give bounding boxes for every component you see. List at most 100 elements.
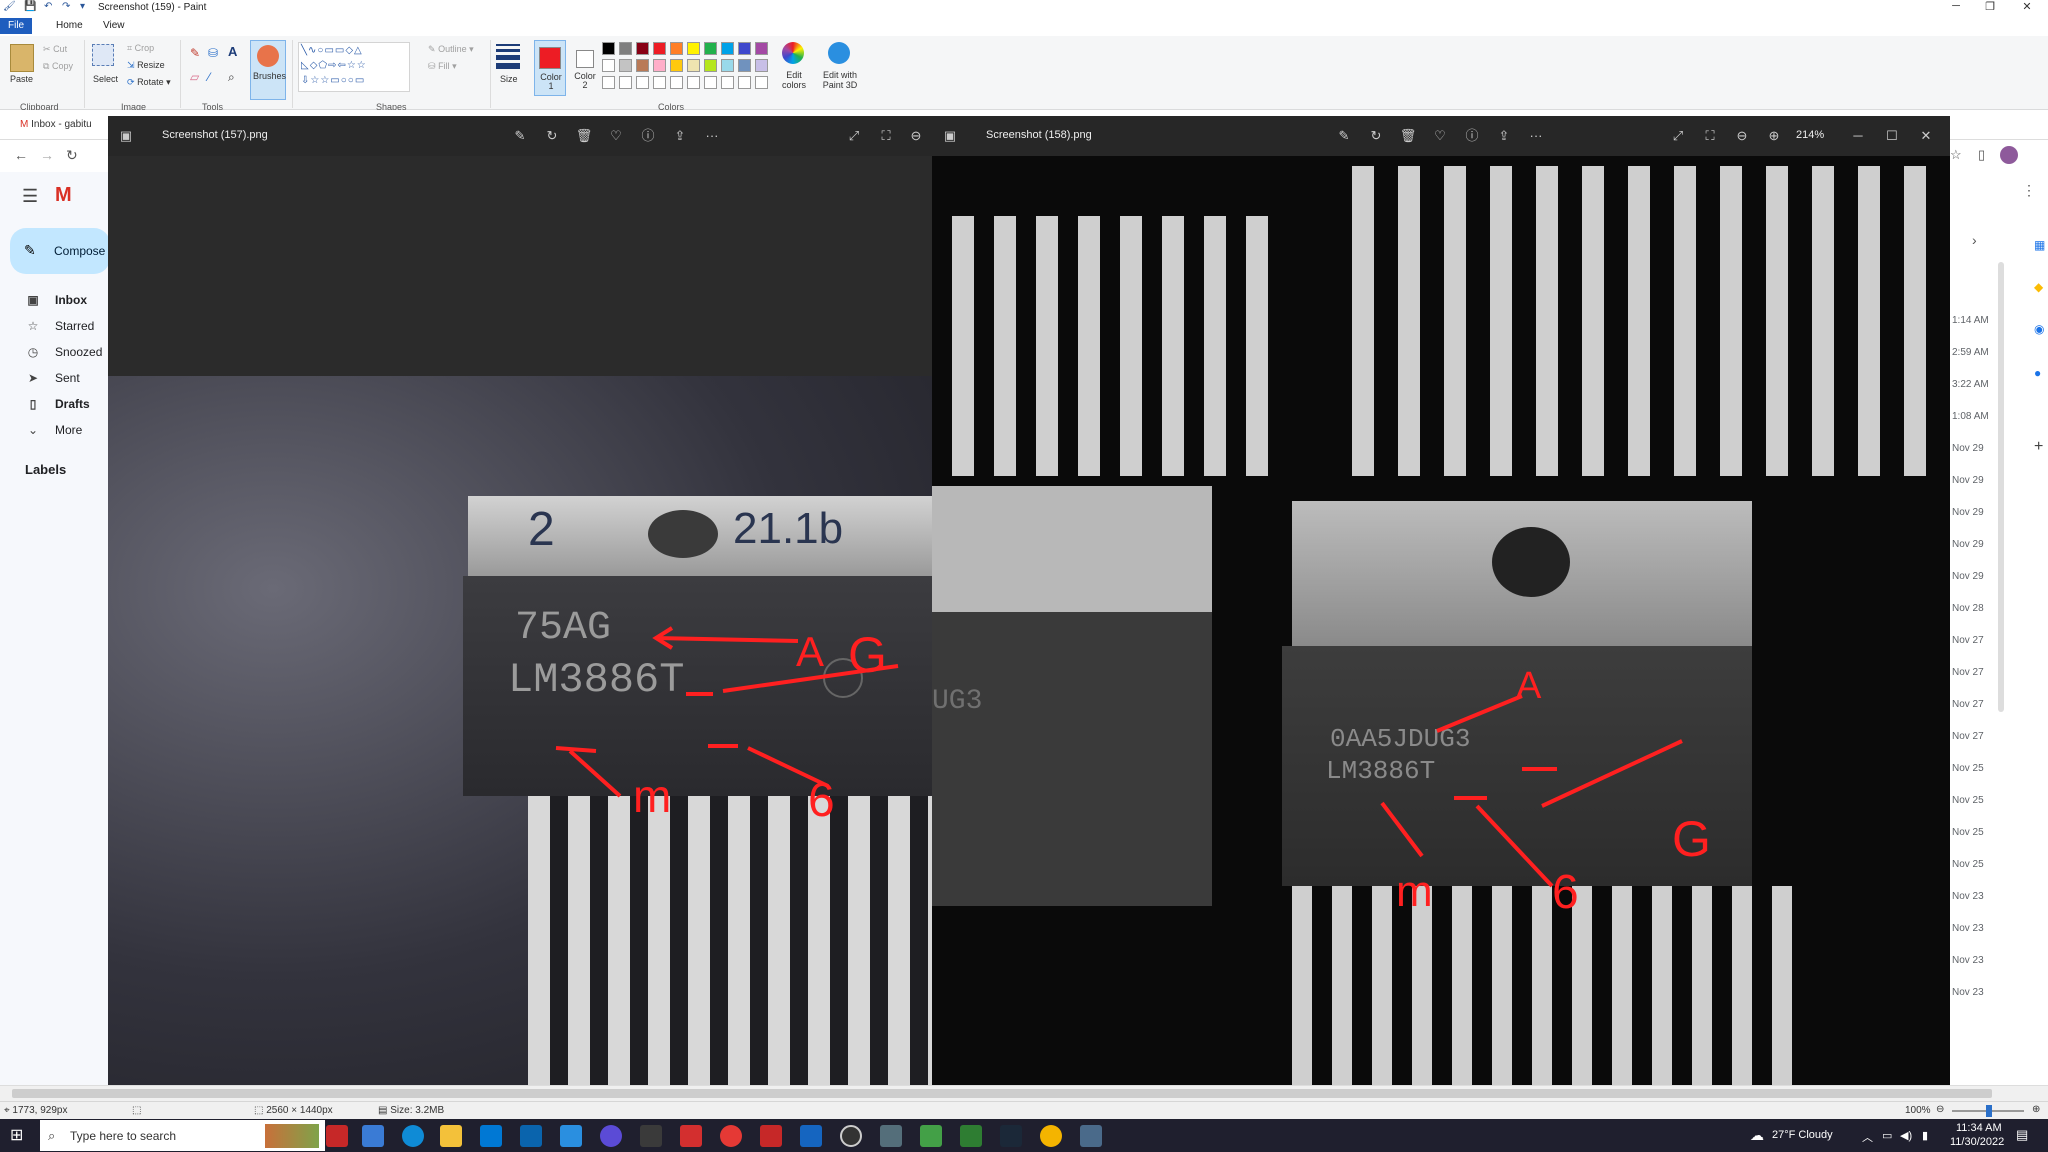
palette-empty-swatch[interactable] bbox=[721, 76, 734, 89]
sidebar-item-snoozed[interactable]: ◷ Snoozed bbox=[25, 340, 105, 364]
undo-icon[interactable]: ↶ bbox=[44, 1, 52, 12]
palette-swatch[interactable] bbox=[670, 59, 683, 72]
palette-swatch[interactable] bbox=[755, 42, 768, 55]
sidebar-icon[interactable]: ▯ bbox=[1978, 147, 1985, 163]
sidebar-item-inbox[interactable]: ▣ Inbox bbox=[25, 288, 105, 312]
palette-swatch[interactable] bbox=[738, 42, 751, 55]
shapes-gallery[interactable]: ╲∿○▭▭◇△ ◺◇⬠⇨⇦☆☆ ⇩☆☆▭○○▭ bbox=[298, 42, 410, 92]
forward-icon[interactable]: → bbox=[40, 147, 54, 163]
rotate-image-icon[interactable]: ↻ bbox=[1366, 126, 1386, 146]
more-options-icon[interactable]: ··· bbox=[702, 126, 722, 146]
fill-button[interactable]: ⛁ Fill ▾ bbox=[428, 61, 457, 72]
app-icon-red[interactable] bbox=[680, 1125, 702, 1147]
palette-empty-swatch[interactable] bbox=[653, 76, 666, 89]
palette-swatch[interactable] bbox=[704, 59, 717, 72]
color2-button[interactable]: Color 2 bbox=[570, 40, 600, 96]
mail-icon[interactable] bbox=[520, 1125, 542, 1147]
cut-button[interactable]: ✂ Cut bbox=[43, 44, 67, 55]
color-picker-icon[interactable]: ⁄ bbox=[208, 70, 210, 84]
keep-icon[interactable]: ◆ bbox=[2034, 280, 2043, 294]
contacts-icon[interactable]: ● bbox=[2034, 366, 2041, 380]
palette-empty-swatch[interactable] bbox=[738, 76, 751, 89]
hamburger-menu-icon[interactable]: ☰ bbox=[22, 186, 38, 207]
palette-swatch[interactable] bbox=[619, 42, 632, 55]
profile-avatar[interactable] bbox=[2000, 146, 2018, 164]
delete-icon[interactable]: 🗑 bbox=[574, 126, 594, 146]
windows-start-icon[interactable]: ⊞ bbox=[10, 1125, 23, 1145]
palette-swatch[interactable] bbox=[602, 59, 615, 72]
fit-window-icon[interactable]: ⛶ bbox=[876, 126, 896, 146]
edit-colors-button[interactable]: Edit colors bbox=[780, 70, 808, 90]
more-options-icon[interactable]: ··· bbox=[1526, 126, 1546, 146]
app-icon-green2[interactable] bbox=[960, 1125, 982, 1147]
clock-date[interactable]: 11/30/2022 bbox=[1950, 1136, 2004, 1148]
copy-button[interactable]: ⧉ Copy bbox=[43, 61, 73, 72]
back-icon[interactable]: ← bbox=[14, 147, 28, 163]
palette-swatch[interactable] bbox=[653, 42, 666, 55]
tray-chevron-icon[interactable]: ︿ bbox=[1862, 1129, 1873, 1145]
paint-taskbar-icon[interactable] bbox=[1080, 1125, 1102, 1147]
chevron-right-icon[interactable]: › bbox=[1972, 232, 1977, 248]
palette-swatch[interactable] bbox=[687, 59, 700, 72]
fullscreen-icon[interactable]: ⤢ bbox=[844, 126, 864, 146]
delete-icon[interactable]: 🗑 bbox=[1398, 126, 1418, 146]
taskbar-search-box[interactable]: ⌕ Type here to search bbox=[40, 1120, 325, 1151]
palette-empty-swatch[interactable] bbox=[636, 76, 649, 89]
tasks-icon[interactable]: ◉ bbox=[2034, 322, 2044, 336]
text-tool-icon[interactable]: A bbox=[228, 44, 237, 59]
outline-button[interactable]: ✎ Outline ▾ bbox=[428, 44, 474, 55]
palette-empty-swatch[interactable] bbox=[619, 76, 632, 89]
compose-button[interactable]: ✎ Compose bbox=[10, 228, 110, 274]
tab-view[interactable]: View bbox=[95, 18, 133, 34]
rotate-image-icon[interactable]: ↻ bbox=[542, 126, 562, 146]
clock-time[interactable]: 11:34 AM bbox=[1956, 1122, 2002, 1134]
volume-icon[interactable]: ◀) bbox=[1900, 1129, 1912, 1142]
palette-swatch[interactable] bbox=[704, 42, 717, 55]
viewer-close-button[interactable]: ✕ bbox=[1916, 126, 1936, 146]
brushes-button[interactable]: Brushes bbox=[250, 40, 286, 100]
viewer-minimize-button[interactable]: ─ bbox=[1848, 126, 1868, 146]
app-icon-red-round[interactable] bbox=[720, 1125, 742, 1147]
add-addon-icon[interactable]: + bbox=[2034, 438, 2043, 456]
horizontal-scrollbar[interactable] bbox=[0, 1085, 2048, 1101]
app-icon-red-pdf[interactable] bbox=[760, 1125, 782, 1147]
app-icon-photos[interactable] bbox=[800, 1125, 822, 1147]
share-icon[interactable]: ⇪ bbox=[670, 126, 690, 146]
sidebar-item-more[interactable]: ⌄ More bbox=[25, 418, 105, 442]
palette-swatch[interactable] bbox=[721, 59, 734, 72]
app-icon-gray[interactable] bbox=[880, 1125, 902, 1147]
palette-swatch[interactable] bbox=[670, 42, 683, 55]
minimize-button[interactable]: ─ bbox=[1939, 0, 1973, 16]
paste-button[interactable]: Paste bbox=[10, 74, 33, 84]
chrome-icon[interactable] bbox=[1040, 1125, 1062, 1147]
palette-swatch[interactable] bbox=[755, 59, 768, 72]
steam-icon[interactable] bbox=[1000, 1125, 1022, 1147]
zoom-in-icon[interactable]: ⊕ bbox=[1764, 126, 1784, 146]
fullscreen-icon[interactable]: ⤢ bbox=[1668, 126, 1688, 146]
app-icon-green[interactable] bbox=[920, 1125, 942, 1147]
fill-icon[interactable]: ⛁ bbox=[208, 46, 218, 60]
notification-icon[interactable]: ▤ bbox=[2016, 1127, 2028, 1143]
eraser-icon[interactable]: ▱ bbox=[190, 70, 199, 84]
info-icon[interactable]: ⓘ bbox=[1462, 126, 1482, 146]
palette-swatch[interactable] bbox=[619, 59, 632, 72]
color1-button[interactable]: Color 1 bbox=[534, 40, 566, 96]
edge-icon[interactable] bbox=[402, 1125, 424, 1147]
favorite-heart-icon[interactable]: ♡ bbox=[606, 126, 626, 146]
palette-empty-swatch[interactable] bbox=[602, 76, 615, 89]
info-icon[interactable]: ⓘ bbox=[638, 126, 658, 146]
maximize-button[interactable]: ❐ bbox=[1973, 0, 2007, 16]
tab-file[interactable]: File bbox=[0, 18, 33, 34]
favorite-heart-icon[interactable]: ♡ bbox=[1430, 126, 1450, 146]
calendar-icon[interactable]: ▦ bbox=[2034, 238, 2045, 252]
palette-empty-swatch[interactable] bbox=[755, 76, 768, 89]
save-icon[interactable]: 💾 bbox=[24, 1, 36, 12]
zoom-out-icon[interactable]: ⊖ bbox=[1732, 126, 1752, 146]
app-icon-dark[interactable] bbox=[640, 1125, 662, 1147]
resize-button[interactable]: ⇲ Resize bbox=[127, 60, 165, 71]
weather-text[interactable]: 27°F Cloudy bbox=[1772, 1129, 1833, 1141]
sidebar-item-starred[interactable]: ☆ Starred bbox=[25, 314, 105, 338]
gmail-scrollbar[interactable] bbox=[1998, 262, 2004, 712]
edit-image-icon[interactable]: ✎ bbox=[510, 126, 530, 146]
zoom-in-button[interactable]: ⊕ bbox=[2032, 1104, 2040, 1115]
